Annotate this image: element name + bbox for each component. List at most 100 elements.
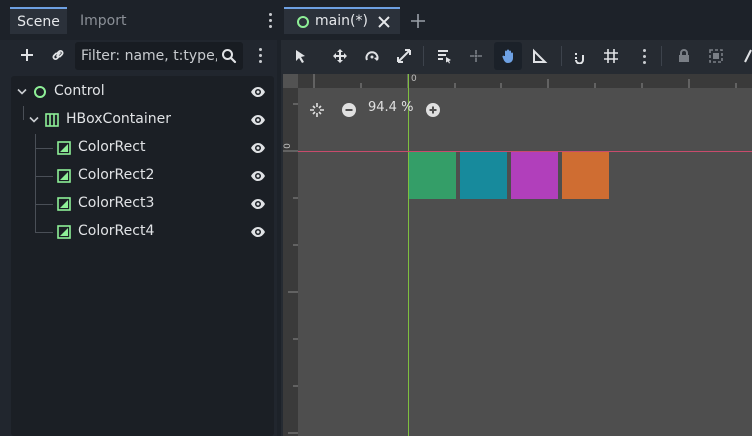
filter-field[interactable]: [75, 42, 243, 70]
group-button[interactable]: [702, 42, 730, 70]
ruler-icon: [533, 48, 548, 63]
vertical-ruler: 0: [283, 88, 298, 436]
dock-tab-bar: Scene Import: [0, 0, 277, 40]
visibility-eye-icon[interactable]: [250, 225, 266, 239]
tree-item-colorrect[interactable]: ColorRect: [11, 134, 274, 162]
tree-item-colorrect4[interactable]: ColorRect4: [11, 218, 274, 246]
center-view-icon[interactable]: [309, 102, 325, 118]
close-icon[interactable]: [377, 15, 391, 29]
visibility-eye-icon[interactable]: [250, 141, 266, 155]
instance-scene-button[interactable]: [46, 43, 70, 67]
select-mode-button[interactable]: [286, 42, 314, 70]
y-axis-line: [408, 74, 409, 436]
tree-guide-line: [35, 148, 53, 149]
scene-dock: Scene Import Filter: name, t:type, g:gro…: [0, 0, 277, 436]
lock-icon: [679, 49, 689, 62]
pivot-icon: [470, 50, 482, 62]
list-select-icon: [438, 50, 451, 64]
toolbar-separator: [661, 46, 662, 66]
rotate-mode-button[interactable]: [358, 42, 386, 70]
color-rect-2[interactable]: [460, 152, 507, 199]
tree-item-hboxcontainer[interactable]: HBoxContainer: [11, 106, 274, 134]
colorrect-node-icon: [57, 169, 71, 183]
tree-guide-line: [35, 232, 53, 233]
more-tools-icon[interactable]: [743, 48, 752, 64]
magnet-icon: [575, 53, 584, 64]
scene-options-button[interactable]: [248, 43, 272, 67]
ruler-origin-label: 0: [411, 74, 417, 84]
add-node-button[interactable]: [15, 43, 39, 67]
snap-options-button[interactable]: [630, 42, 658, 70]
color-rect-4[interactable]: [562, 152, 609, 199]
tree-item-label: ColorRect2: [78, 167, 155, 183]
main-editor: main(*) 0 0 94.4 %: [281, 0, 752, 436]
lock-button[interactable]: [670, 42, 698, 70]
grid-snap-button[interactable]: [597, 42, 625, 70]
scene-tab-bar: main(*): [281, 0, 752, 40]
tree-item-colorrect3[interactable]: ColorRect3: [11, 190, 274, 218]
scale-icon: [397, 49, 411, 63]
scale-mode-button[interactable]: [390, 42, 418, 70]
tree-item-colorrect2[interactable]: ColorRect2: [11, 162, 274, 190]
visibility-eye-icon[interactable]: [250, 169, 266, 183]
add-tab-icon[interactable]: [410, 13, 426, 29]
tree-guide-line: [35, 176, 53, 177]
ruler-corner: [283, 74, 298, 88]
tree-item-label: ColorRect3: [78, 195, 155, 211]
control-node-icon: [297, 16, 309, 28]
visibility-eye-icon[interactable]: [250, 113, 266, 127]
ruler-mode-button[interactable]: [526, 42, 554, 70]
tab-main-scene[interactable]: main(*): [284, 7, 400, 34]
cursor-icon: [296, 50, 305, 63]
hbox-node-icon: [45, 113, 59, 127]
tree-item-control[interactable]: Control: [11, 78, 274, 106]
toolbar-separator: [561, 46, 562, 66]
dock-menu-icon[interactable]: [268, 13, 272, 28]
ruler-origin-label: 0: [283, 143, 293, 149]
tab-scene[interactable]: Scene: [10, 7, 67, 34]
tab-import[interactable]: Import: [80, 8, 126, 34]
horizontal-ruler: 0: [298, 74, 752, 88]
rotate-icon: [365, 51, 379, 61]
grid-snap-icon: [604, 49, 618, 63]
plus-icon: [21, 49, 33, 61]
pivot-mode-button[interactable]: [462, 42, 490, 70]
colorrect-node-icon: [57, 141, 71, 155]
kebab-icon: [258, 47, 262, 63]
tab-label: main(*): [315, 13, 368, 29]
kebab-icon: [642, 48, 646, 64]
zoom-out-icon[interactable]: [341, 102, 357, 118]
zoom-in-icon[interactable]: [425, 102, 441, 118]
color-rect-1[interactable]: [409, 152, 456, 199]
filter-input[interactable]: [81, 46, 217, 66]
control-node-icon: [34, 86, 46, 98]
visibility-eye-icon[interactable]: [250, 197, 266, 211]
move-mode-button[interactable]: [326, 42, 354, 70]
zoom-level[interactable]: 94.4 %: [368, 100, 413, 115]
colorrect-node-icon: [57, 225, 71, 239]
tree-guide-line: [35, 204, 53, 205]
godot-editor: Scene Import Filter: name, t:type, g:gro…: [0, 0, 752, 436]
tree-item-label: Control: [54, 83, 105, 99]
pan-mode-button[interactable]: [494, 42, 522, 70]
canvas-toolbar: [281, 40, 752, 72]
ruler-ticks: [283, 103, 298, 434]
tree-guide-line: [23, 106, 24, 120]
colorrect-node-icon: [57, 197, 71, 211]
link-icon: [52, 50, 64, 60]
search-icon: [222, 49, 237, 64]
color-rect-3[interactable]: [511, 152, 558, 199]
toolbar-separator: [423, 46, 424, 66]
move-icon: [333, 49, 347, 63]
chevron-down-icon[interactable]: [17, 88, 27, 96]
ruler-ticks: [313, 74, 737, 88]
tree-item-label: ColorRect4: [78, 223, 155, 239]
visibility-eye-icon[interactable]: [250, 85, 266, 99]
tree-item-label: HBoxContainer: [66, 111, 171, 127]
smart-snap-button[interactable]: [566, 42, 594, 70]
canvas-viewport[interactable]: 0 0 94.4 %: [283, 74, 752, 436]
chevron-down-icon[interactable]: [29, 116, 39, 124]
tree-item-label: ColorRect: [78, 139, 146, 155]
hand-icon: [502, 49, 513, 63]
list-select-button[interactable]: [430, 42, 458, 70]
